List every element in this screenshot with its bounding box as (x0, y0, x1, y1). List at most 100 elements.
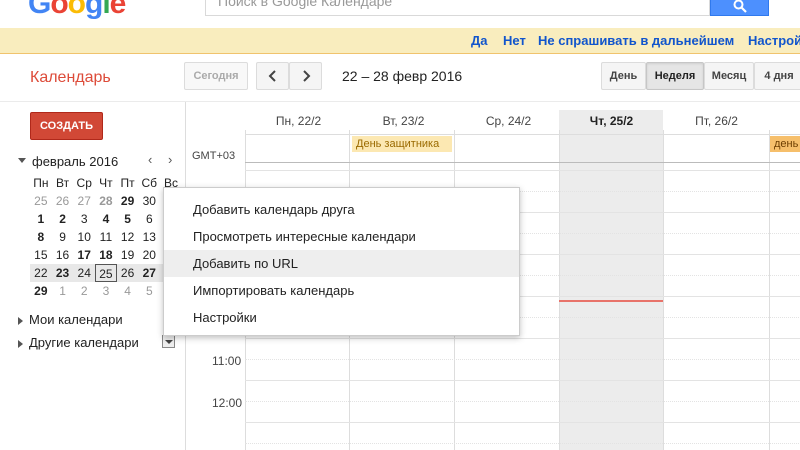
other-calendars-dropdown-button[interactable] (162, 335, 175, 348)
menu-item[interactable]: Добавить по URL (164, 250, 519, 277)
hour-line (245, 380, 800, 381)
mini-day[interactable]: 27 (138, 264, 160, 282)
mini-calendar: февраль 2016 ‹ › Пн Вт Ср Чт Пт Сб Вс 25 26 27 28 2… (18, 150, 183, 298)
mini-day[interactable]: 22 (30, 264, 52, 282)
mini-day[interactable]: 28 (95, 192, 117, 210)
all-day-event[interactable]: день (770, 136, 800, 152)
day-header[interactable]: Пт, 26/2 (664, 114, 769, 128)
date-range-label: 22 – 28 февр 2016 (342, 68, 463, 84)
mini-day[interactable]: 17 (73, 246, 95, 264)
other-calendars-menu: Добавить календарь друга Просмотреть инте… (163, 187, 520, 336)
mini-day[interactable]: 11 (95, 228, 117, 246)
menu-item[interactable]: Просмотреть интересные календари (164, 223, 519, 250)
mini-day[interactable]: 16 (52, 246, 74, 264)
other-calendars-toggle[interactable]: Другие календари (18, 335, 139, 350)
day-header[interactable]: Вт, 23/2 (351, 114, 456, 128)
mini-day[interactable]: 26 (52, 192, 74, 210)
my-calendars-toggle[interactable]: Мои календари (18, 312, 123, 327)
view-month-button[interactable]: Месяц (704, 62, 754, 90)
mini-day[interactable]: 4 (117, 282, 139, 300)
notify-dont-ask-link[interactable]: Не спрашивать в дальнейшем (538, 33, 734, 48)
google-logo[interactable]: Google (28, 0, 126, 21)
hour-line (245, 338, 800, 339)
mini-day[interactable]: 27 (73, 192, 95, 210)
mini-calendar-month[interactable]: февраль 2016 (32, 154, 118, 169)
view-day-button[interactable]: День (601, 62, 646, 90)
chevron-left-icon (268, 70, 276, 82)
mini-day[interactable]: 25 (95, 264, 117, 282)
view-week-button[interactable]: Неделя (646, 62, 704, 90)
mini-day[interactable]: 3 (95, 282, 117, 300)
mini-day[interactable]: 10 (73, 228, 95, 246)
mini-week-row: 29123456 (30, 282, 182, 300)
notify-settings-link[interactable]: Настройки (748, 33, 800, 48)
mini-day[interactable]: 12 (117, 228, 139, 246)
column-divider (663, 130, 664, 450)
half-hour-line (245, 443, 800, 444)
menu-item[interactable]: Добавить календарь друга (164, 196, 519, 223)
notification-bar: Да Нет Не спрашивать в дальнейшем Настро… (0, 28, 800, 54)
caret-down-icon[interactable] (18, 158, 26, 163)
mini-day[interactable]: 2 (52, 210, 74, 228)
mini-day[interactable]: 6 (138, 210, 160, 228)
mini-day[interactable]: 29 (117, 192, 139, 210)
prev-week-button[interactable] (256, 62, 289, 90)
menu-item[interactable]: Настройки (164, 304, 519, 331)
today-button[interactable]: Сегодня (184, 62, 248, 90)
notify-no-link[interactable]: Нет (503, 33, 526, 48)
triangle-right-icon (18, 339, 23, 348)
search-button[interactable] (710, 0, 769, 16)
mini-day[interactable]: 5 (138, 282, 160, 300)
weekday-label: Чт (99, 176, 113, 190)
mini-day[interactable]: 30 (138, 192, 160, 210)
mini-day[interactable]: 23 (52, 264, 74, 282)
timezone-label: GMT+03 (192, 150, 236, 162)
mini-day[interactable]: 3 (73, 210, 95, 228)
view-4days-button[interactable]: 4 дня (754, 62, 800, 90)
mini-next-month-button[interactable]: › (168, 152, 172, 167)
half-hour-line (245, 359, 800, 360)
next-week-button[interactable] (289, 62, 322, 90)
day-header[interactable]: Пн, 22/2 (246, 114, 351, 128)
mini-week-row: 22232425262728 (30, 264, 182, 282)
day-header-today[interactable]: Чт, 25/2 (559, 114, 664, 128)
mini-day[interactable]: 4 (95, 210, 117, 228)
my-calendars-label: Мои календари (29, 312, 123, 327)
mini-day[interactable]: 8 (30, 228, 52, 246)
mini-week-row: 1234567 (30, 210, 182, 228)
mini-week-row: 25262728293031 (30, 192, 182, 210)
mini-day[interactable]: 9 (52, 228, 74, 246)
calendar-header: Календарь Сегодня 22 – 28 февр 2016 День… (0, 54, 800, 102)
mini-day[interactable]: 18 (95, 246, 117, 264)
search-input[interactable]: Поиск в Google Календаре (205, 0, 710, 16)
mini-day[interactable]: 24 (73, 264, 95, 282)
current-time-indicator (559, 300, 663, 302)
day-header[interactable]: Ср, 24/2 (456, 114, 561, 128)
menu-item[interactable]: Импортировать календарь (164, 277, 519, 304)
mini-day[interactable]: 26 (117, 264, 139, 282)
mini-day[interactable]: 1 (30, 210, 52, 228)
weekday-label: Вт (55, 176, 70, 190)
app-title: Календарь (30, 69, 111, 86)
search-icon (733, 0, 747, 13)
hour-label: 12:00 (212, 396, 243, 410)
mini-day[interactable]: 19 (117, 246, 139, 264)
mini-prev-month-button[interactable]: ‹ (148, 152, 152, 167)
hour-label: 11:00 (212, 354, 242, 368)
mini-day[interactable]: 5 (117, 210, 139, 228)
mini-day[interactable]: 1 (52, 282, 74, 300)
mini-day[interactable]: 20 (138, 246, 160, 264)
weekday-label: Сб (141, 176, 158, 190)
other-calendars-label: Другие календари (29, 335, 139, 350)
mini-day[interactable]: 29 (30, 282, 52, 300)
hour-line (245, 170, 800, 171)
mini-day[interactable]: 13 (138, 228, 160, 246)
half-hour-line (245, 401, 800, 402)
mini-day[interactable]: 15 (30, 246, 52, 264)
notify-yes-link[interactable]: Да (471, 33, 488, 48)
mini-day[interactable]: 25 (30, 192, 52, 210)
create-event-button[interactable]: СОЗДАТЬ (30, 112, 103, 140)
mini-day[interactable]: 2 (73, 282, 95, 300)
all-day-event[interactable]: День защитника (352, 136, 452, 152)
hour-line (245, 422, 800, 423)
